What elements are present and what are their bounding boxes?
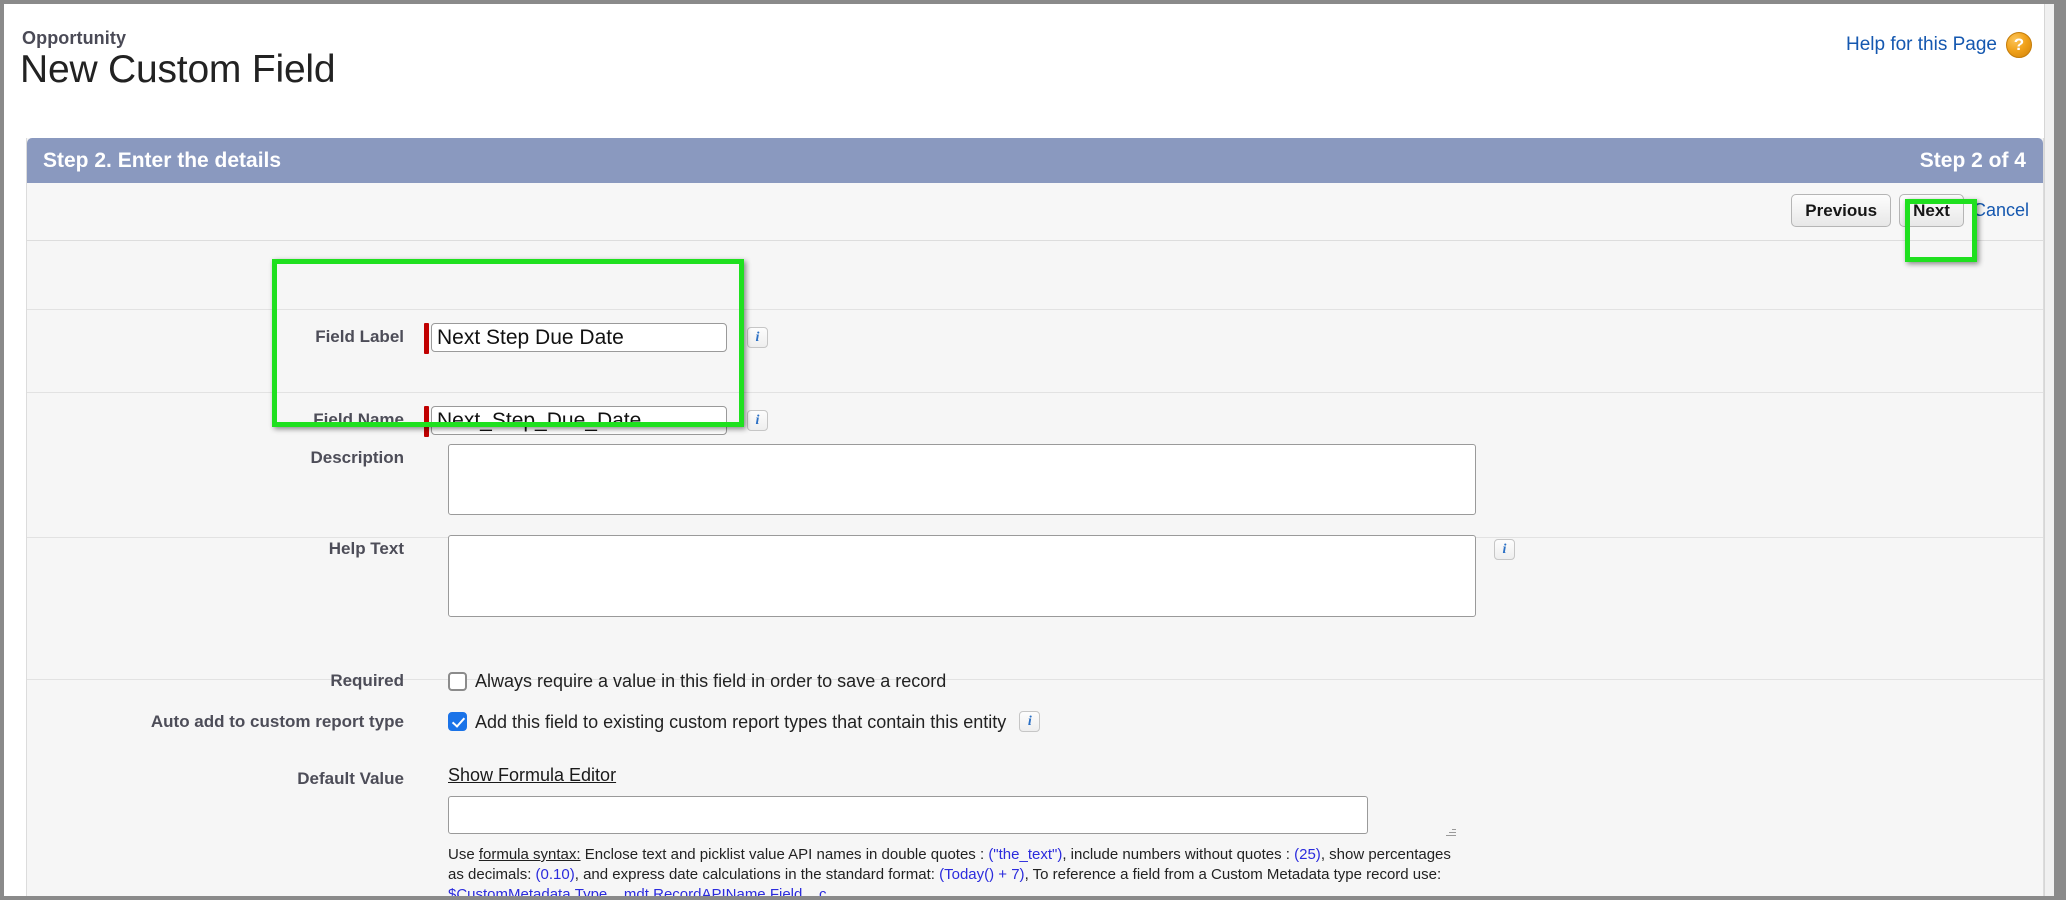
hint-formula-syntax-underline: formula syntax:: [478, 846, 581, 863]
auto-add-report-type-label: Auto add to custom report type: [150, 711, 404, 731]
wizard-step-title: Step 2. Enter the details: [43, 149, 282, 172]
description-row: Description: [27, 444, 1476, 515]
default-value-row: Default Value Show Formula Editor Use fo…: [27, 765, 1458, 896]
field-label-info-icon[interactable]: i: [747, 327, 768, 348]
action-bar: Previous Next Cancel: [27, 183, 2043, 241]
field-name-label: Field Name: [313, 410, 404, 429]
hint-part-1: Enclose text and picklist value API name…: [580, 846, 989, 863]
hint-lead: Use: [448, 846, 479, 863]
auto-add-report-type-info-icon[interactable]: i: [1019, 711, 1041, 732]
description-label: Description: [310, 448, 404, 467]
required-row-label: Required: [330, 671, 404, 690]
hint-part-5: , To reference a field from a Custom Met…: [1024, 866, 1442, 883]
default-value-label: Default Value: [297, 769, 404, 788]
description-textarea[interactable]: [448, 444, 1476, 515]
action-button-group: Previous Next Cancel: [1791, 194, 2029, 227]
next-button[interactable]: Next: [1899, 194, 1964, 227]
page-title: New Custom Field: [20, 48, 336, 91]
default-value-textarea[interactable]: [448, 796, 1368, 834]
hint-code-4: (Today() + 7): [939, 866, 1025, 883]
auto-add-report-type-row: Auto add to custom report type Add this …: [27, 711, 1041, 732]
required-checkbox-label: Always require a value in this field in …: [475, 671, 947, 691]
field-label-label: Field Label: [315, 327, 404, 346]
field-name-input[interactable]: [431, 406, 727, 435]
resize-handle-icon[interactable]: [1445, 826, 1456, 837]
hint-part-2: , include numbers without quotes :: [1062, 846, 1295, 863]
required-indicator: [424, 406, 429, 437]
breadcrumb: Opportunity: [22, 28, 127, 48]
wizard-step-count: Step 2 of 4: [1919, 149, 2026, 172]
help-text-info-icon[interactable]: i: [1494, 539, 1515, 560]
form-body: Field Label i Field Name i: [27, 241, 2043, 896]
help-for-this-page[interactable]: Help for this Page ?: [1846, 32, 2032, 58]
browser-page: Opportunity New Custom Field Help for th…: [4, 4, 2054, 896]
auto-add-report-type-checkbox-label: Add this field to existing custom report…: [475, 711, 1007, 732]
page-header: Opportunity New Custom Field Help for th…: [4, 4, 2054, 122]
hint-code-3: (0.10): [535, 866, 575, 883]
row-divider: [27, 309, 2043, 310]
cancel-link[interactable]: Cancel: [1972, 200, 2029, 221]
required-checkbox[interactable]: [448, 671, 467, 691]
help-for-this-page-link[interactable]: Help for this Page: [1846, 34, 1997, 56]
question-mark-icon[interactable]: ?: [2006, 32, 2032, 58]
formula-syntax-hint: Use formula syntax: Enclose text and pic…: [448, 845, 1458, 896]
required-indicator: [424, 323, 429, 354]
help-text-textarea[interactable]: [448, 535, 1476, 617]
show-formula-editor-link[interactable]: Show Formula Editor: [448, 765, 1458, 786]
hint-code-2: (25): [1294, 846, 1321, 863]
auto-add-report-type-checkbox[interactable]: [448, 712, 467, 731]
field-label-row: Field Label i: [27, 323, 768, 354]
hint-code-5: $CustomMetadata.Type__mdt.RecordAPIName.…: [448, 886, 827, 896]
required-row: Required Always require a value in this …: [27, 671, 946, 691]
help-text-label: Help Text: [328, 539, 404, 558]
help-text-row: Help Text i: [27, 535, 1515, 617]
vertical-scrollbar[interactable]: [2044, 4, 2054, 896]
wizard-panel: Step 2. Enter the details Step 2 of 4 Pr…: [26, 138, 2044, 896]
hint-part-4: , and express date calculations in the s…: [574, 866, 940, 883]
screenshot-root: Opportunity New Custom Field Help for th…: [0, 0, 2066, 900]
field-label-input[interactable]: [431, 323, 727, 352]
field-name-row: Field Name i: [27, 406, 768, 437]
field-name-info-icon[interactable]: i: [747, 410, 768, 431]
wizard-step-bar: Step 2. Enter the details Step 2 of 4: [27, 138, 2043, 183]
hint-code-1: ("the_text"): [988, 846, 1063, 863]
previous-button[interactable]: Previous: [1791, 194, 1892, 227]
row-divider: [27, 392, 2043, 393]
